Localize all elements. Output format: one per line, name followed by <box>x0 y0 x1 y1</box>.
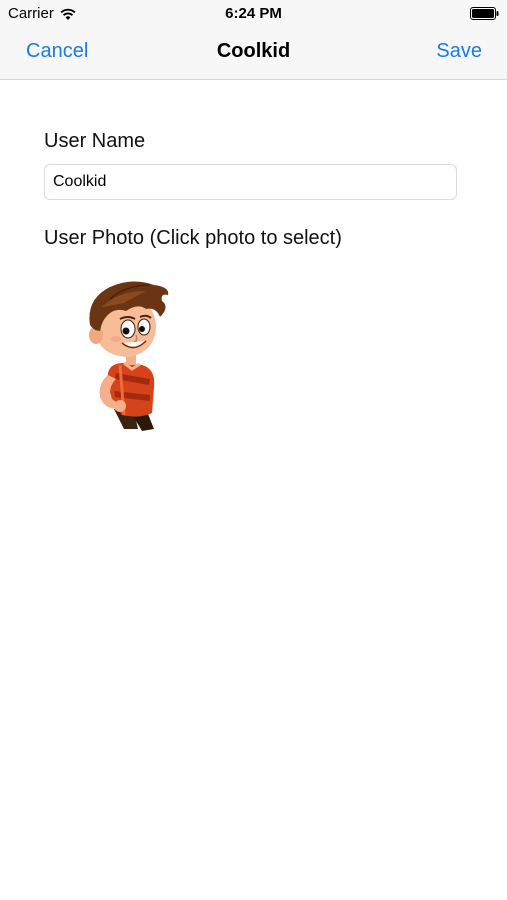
save-button[interactable]: Save <box>436 40 482 63</box>
screen: Carrier 6:24 PM Cancel Coolkid Save User… <box>0 0 507 900</box>
navigation-bar: Cancel Coolkid Save <box>0 28 507 80</box>
cartoon-boy-avatar-icon <box>89 281 169 431</box>
nav-title: Coolkid <box>216 40 291 62</box>
status-time: 6:24 PM <box>225 5 282 22</box>
user-photo-button[interactable] <box>80 277 180 437</box>
username-field[interactable] <box>44 164 457 200</box>
status-bar: Carrier 6:24 PM <box>0 0 507 28</box>
username-label: User Name <box>44 130 146 152</box>
battery-icon <box>470 7 499 20</box>
user-photo-label: User Photo (Click photo to select) <box>44 227 342 249</box>
